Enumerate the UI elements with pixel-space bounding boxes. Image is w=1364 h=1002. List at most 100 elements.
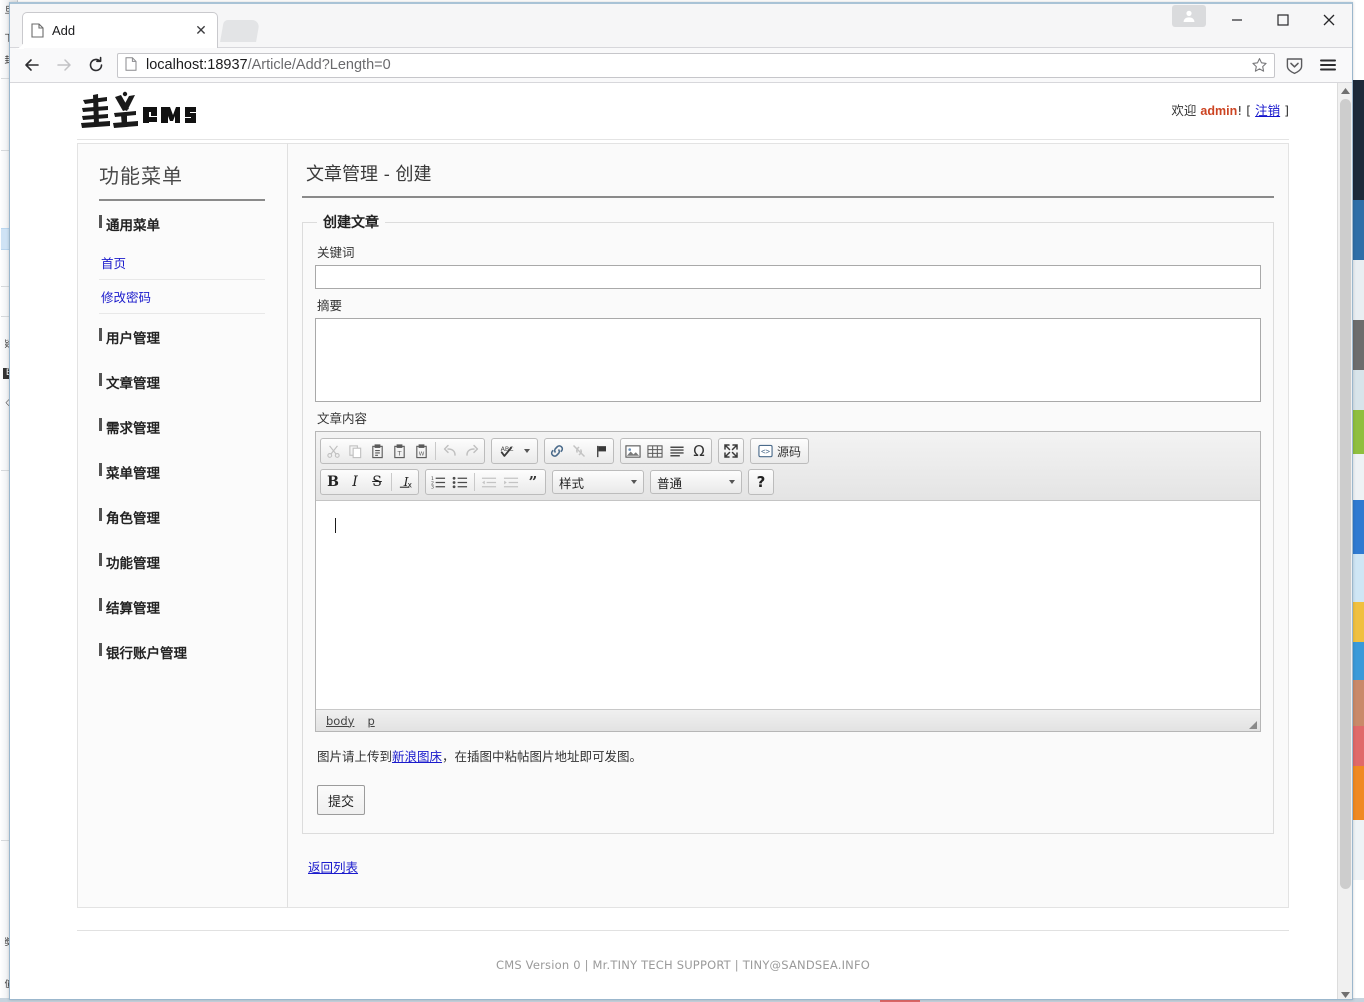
logout-link[interactable]: 注销 [1255, 103, 1280, 118]
sidebar-group-title: 需求管理 [99, 404, 265, 449]
header-divider [77, 139, 1289, 140]
svg-text:<>: <> [761, 447, 771, 456]
sidebar-group-function[interactable]: 功能管理 [99, 539, 265, 584]
insert-group: Ω [620, 438, 712, 464]
bold-icon[interactable]: B [322, 471, 344, 493]
welcome-username: admin [1200, 104, 1238, 118]
sidebar-group-title: 结算管理 [99, 584, 265, 629]
browser-window: Add ✕ localhost:18937/Article/Add?Length… [9, 2, 1353, 1000]
outdent-icon [478, 471, 500, 493]
table-grid-icon[interactable] [644, 440, 666, 462]
horizontal-lines-icon[interactable] [666, 440, 688, 462]
navbar-right-actions [1279, 51, 1345, 79]
sidebar-group-demand[interactable]: 需求管理 [99, 404, 265, 449]
site-footer: CMS Version 0 | Mr.TINY TECH SUPPORT | T… [77, 930, 1289, 998]
basic-styles-group: B I S Ix [320, 469, 419, 495]
copy-icon [344, 440, 366, 462]
sidebar-group-bank-account[interactable]: 银行账户管理 [99, 629, 265, 674]
sidebar-group-settlement[interactable]: 结算管理 [99, 584, 265, 629]
resize-handle-icon[interactable] [1249, 721, 1257, 729]
sidebar-group-title: 菜单管理 [99, 449, 265, 494]
sidebar-group-article[interactable]: 文章管理 [99, 359, 265, 404]
sidebar-item-change-password[interactable]: 修改密码 [99, 280, 265, 314]
welcome-message: 欢迎 admin! [ 注销 ] [1171, 100, 1289, 119]
elements-path-p[interactable]: p [367, 714, 374, 728]
editor-content-area[interactable] [316, 501, 1260, 709]
toolbar-separator [474, 473, 475, 491]
site-logo[interactable] [77, 91, 197, 131]
back-arrow-icon[interactable] [17, 51, 47, 79]
question-mark-icon[interactable]: ? [750, 471, 772, 493]
card-legend: 创建文章 [323, 215, 379, 231]
bulleted-list-icon[interactable] [449, 471, 471, 493]
flag-icon[interactable] [590, 440, 612, 462]
back-to-list-link[interactable]: 返回列表 [308, 857, 358, 876]
scrollbar-thumb[interactable] [1340, 99, 1351, 889]
tab-title: Add [52, 23, 76, 38]
elements-path-body[interactable]: body [326, 714, 354, 728]
link-group [544, 438, 614, 464]
star-icon[interactable] [1248, 54, 1270, 76]
scroll-up-arrow-icon[interactable] [1338, 83, 1352, 98]
omega-icon[interactable]: Ω [688, 440, 710, 462]
chevron-down-icon [729, 480, 735, 484]
strikethrough-icon[interactable]: S [366, 471, 388, 493]
editor-elements-path: body p [316, 709, 1260, 731]
window-controls [1172, 4, 1352, 48]
new-tab-icon[interactable] [220, 20, 260, 42]
clipboard-text-icon[interactable]: T [388, 440, 410, 462]
svg-text:T: T [396, 449, 402, 457]
expand-arrows-icon[interactable] [720, 440, 742, 462]
minimize-icon[interactable] [1214, 4, 1260, 36]
maximize-group [718, 438, 744, 464]
site-header: 欢迎 admin! [ 注销 ] [10, 83, 1337, 143]
remove-format-icon[interactable]: Ix [395, 471, 417, 493]
svg-text:W: W [418, 451, 424, 457]
sidebar-item-home[interactable]: 首页 [99, 246, 265, 280]
styles-combo[interactable]: 样式 [552, 470, 644, 494]
picture-icon[interactable] [622, 440, 644, 462]
chevron-down-icon [524, 449, 530, 453]
maximize-icon[interactable] [1260, 4, 1306, 36]
reload-icon[interactable] [81, 51, 111, 79]
sina-image-host-link[interactable]: 新浪图床 [392, 749, 442, 764]
hamburger-menu-icon[interactable] [1312, 51, 1343, 79]
content-panel: 文章管理 - 创建 创建文章 关键词 摘要 文章内容 T W ABC Ω <> … [288, 143, 1289, 908]
page-identity-icon[interactable] [125, 57, 139, 73]
format-combo[interactable]: 普通 [650, 470, 742, 494]
url-bar[interactable]: localhost:18937/Article/Add?Length=0 [117, 52, 1275, 78]
sidebar-group-role[interactable]: 角色管理 [99, 494, 265, 539]
sidebar-group-user[interactable]: 用户管理 [99, 314, 265, 359]
sidebar-group-title: 通用菜单 [99, 201, 265, 246]
clipboard-icon[interactable] [366, 440, 388, 462]
document-icon [31, 23, 44, 38]
quote-icon[interactable]: ” [522, 471, 544, 493]
shield-pocket-icon[interactable] [1279, 51, 1310, 79]
two-column-layout: 功能菜单 通用菜单 首页 修改密码 用户管理 文章管理 需求管理 菜单管理 角色… [77, 143, 1289, 908]
sidebar-group-title: 文章管理 [99, 359, 265, 404]
source-code-icon[interactable]: <> 源码 [752, 440, 807, 462]
editor-toolbar: T W ABC Ω <> 源码 B I S I x 1 2 3 ” 样式 普通 … [316, 432, 1260, 501]
summary-textarea[interactable] [315, 318, 1261, 402]
clipboard-word-icon[interactable]: W [410, 440, 432, 462]
hint-after: ，在插图中粘帖图片地址即可发图。 [442, 749, 643, 764]
sidebar-group-menu[interactable]: 菜单管理 [99, 449, 265, 494]
sidebar-group-general: 通用菜单 首页 修改密码 [99, 201, 265, 314]
submit-button[interactable]: 提交 [317, 785, 366, 815]
numbered-list-icon[interactable]: 123 [427, 471, 449, 493]
undo-arrow-icon [439, 440, 461, 462]
window-close-icon[interactable] [1306, 4, 1352, 36]
italic-icon[interactable]: I [344, 471, 366, 493]
sidebar-group-title: 用户管理 [99, 314, 265, 359]
url-host: localhost:18937 [146, 57, 248, 73]
keywords-input[interactable] [315, 265, 1261, 289]
close-icon[interactable]: ✕ [193, 23, 209, 39]
chain-link-icon[interactable] [546, 440, 568, 462]
abc-check-icon[interactable]: ABC [493, 440, 536, 462]
page-viewport: 欢迎 admin! [ 注销 ] 功能菜单 通用菜单 首页 修改密码 用户管理 … [10, 83, 1352, 999]
scroll-down-arrow-icon[interactable] [1338, 987, 1352, 999]
browser-tab-add[interactable]: Add ✕ [14, 12, 218, 49]
url-text: localhost:18937/Article/Add?Length=0 [146, 57, 1248, 73]
page-scrollbar[interactable] [1337, 83, 1352, 999]
account-person-icon[interactable] [1172, 5, 1206, 27]
